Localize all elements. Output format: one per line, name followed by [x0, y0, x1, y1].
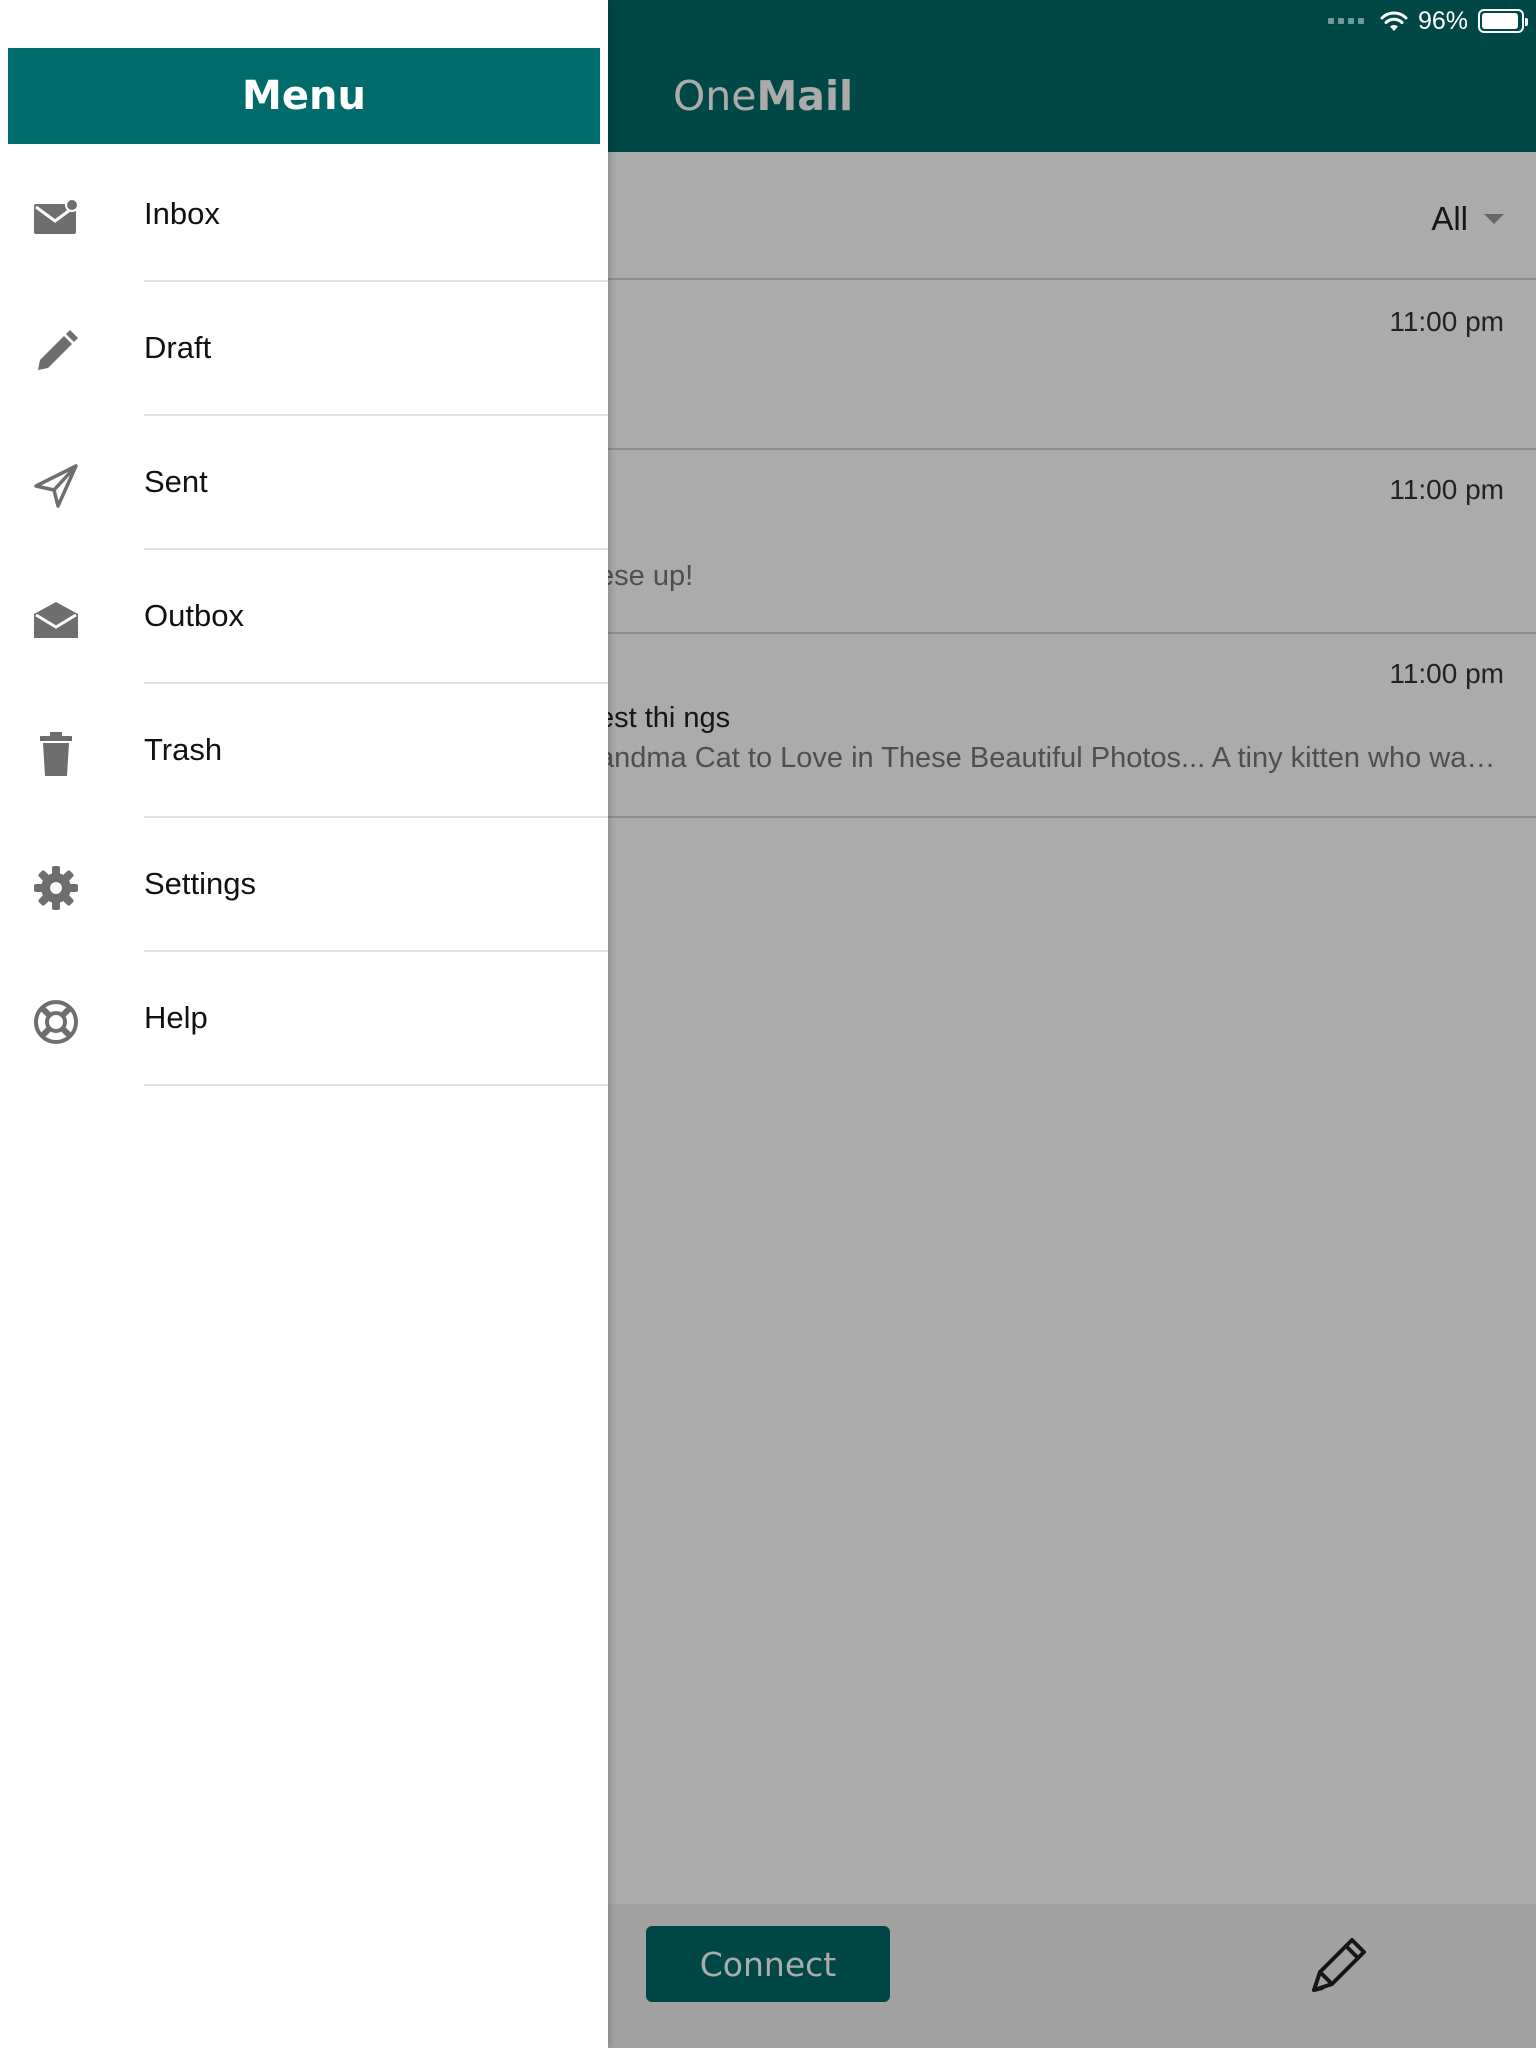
menu-item-trash[interactable]: Trash: [0, 684, 608, 818]
battery-icon: [1478, 9, 1528, 33]
divider: [144, 1084, 608, 1086]
battery-percent: 96%: [1417, 6, 1468, 35]
gear-icon: [34, 866, 78, 910]
menu-item-label: Draft: [144, 330, 212, 365]
menu-item-settings[interactable]: Settings: [0, 818, 608, 952]
menu-title: Menu: [242, 73, 366, 119]
status-bar: 96%: [1327, 6, 1528, 36]
menu-item-label: Outbox: [144, 598, 244, 633]
signal-icon: [1327, 18, 1364, 24]
wifi-icon: [1380, 11, 1408, 31]
menu-item-help[interactable]: Help: [0, 952, 608, 1086]
menu-item-label: Help: [144, 1000, 208, 1035]
side-drawer: Menu Inbox Draft Sent Outbox Trash Setti…: [0, 0, 608, 2048]
menu-item-label: Trash: [144, 732, 223, 767]
menu-item-label: Sent: [144, 464, 208, 499]
menu-item-draft[interactable]: Draft: [0, 282, 608, 416]
pencil-icon: [38, 330, 78, 370]
menu-item-label: Settings: [144, 866, 257, 901]
menu-item-sent[interactable]: Sent: [0, 416, 608, 550]
menu-item-inbox[interactable]: Inbox: [0, 148, 608, 282]
menu-item-outbox[interactable]: Outbox: [0, 550, 608, 684]
open-mail-icon: [34, 602, 78, 638]
menu-header: Menu: [8, 48, 600, 144]
lifebuoy-icon: [34, 1000, 78, 1044]
send-icon: [34, 464, 78, 508]
menu-item-label: Inbox: [144, 196, 220, 231]
battery-fill: [1482, 13, 1519, 29]
mail-icon: [34, 198, 79, 234]
trash-icon: [40, 732, 72, 776]
